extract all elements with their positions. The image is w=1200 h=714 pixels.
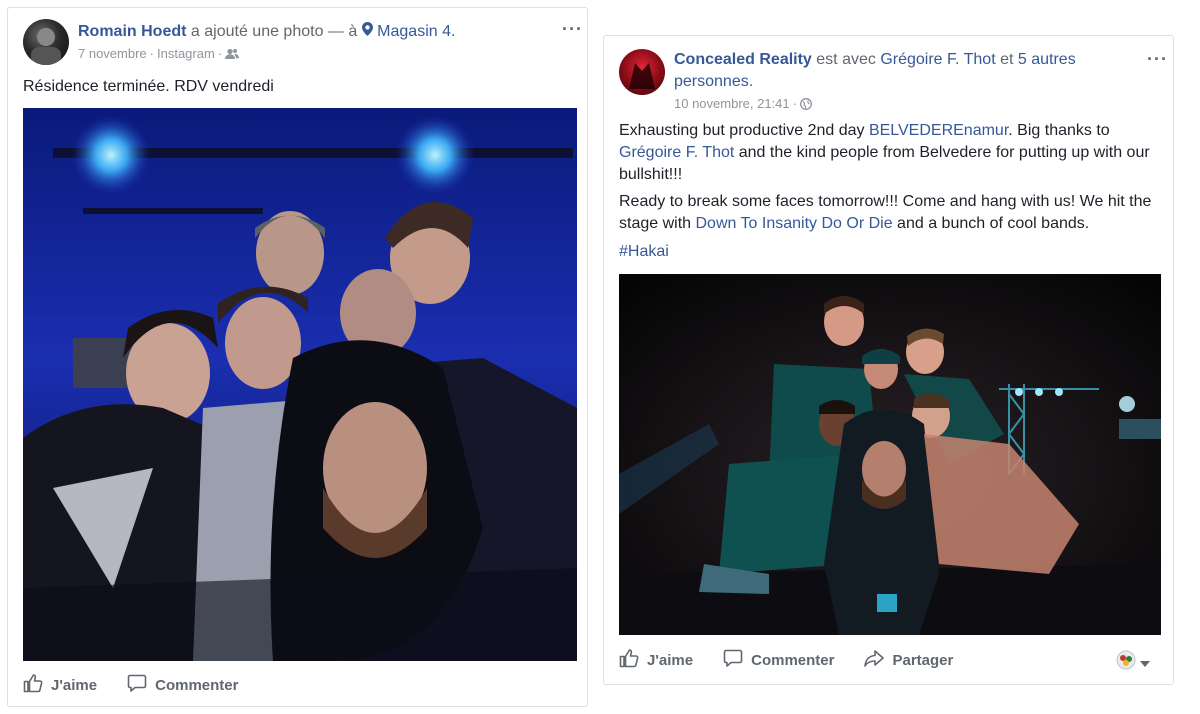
- comment-button[interactable]: Commenter: [723, 648, 834, 672]
- comment-icon: [723, 648, 751, 672]
- post-text: Résidence terminée. RDV vendredi: [23, 78, 274, 95]
- like-icon: [619, 648, 647, 672]
- action-bar: J'aime Commenter Partager: [619, 648, 983, 672]
- comment-icon: [127, 673, 155, 697]
- location-pin-icon: [361, 22, 373, 40]
- text-span: and a bunch of cool bands.: [892, 215, 1090, 232]
- mention-down-to-insanity[interactable]: Down To Insanity Do Or Die: [695, 215, 892, 232]
- reaction-selector[interactable]: [1116, 650, 1150, 675]
- hashtag-link[interactable]: #Hakai: [619, 243, 669, 260]
- tagged-person-link[interactable]: Grégoire F. Thot: [880, 51, 995, 68]
- share-label: Partager: [892, 651, 954, 669]
- share-button[interactable]: Partager: [864, 648, 953, 672]
- like-label: J'aime: [51, 676, 98, 694]
- post-text-paragraph-2: Ready to break some faces tomorrow!!! Co…: [619, 191, 1164, 235]
- post-date[interactable]: 10 novembre, 21:41: [674, 96, 790, 111]
- post-photo-band-selfie[interactable]: [23, 108, 577, 661]
- location-link[interactable]: Magasin 4.: [377, 23, 455, 40]
- action-bar: J'aime Commenter: [23, 673, 268, 697]
- post-meta: 10 novembre, 21:41 ·: [674, 96, 812, 112]
- text-span: . Big thanks to: [1008, 122, 1110, 139]
- more-options-icon[interactable]: ···: [562, 20, 583, 38]
- more-options-icon[interactable]: ···: [1147, 50, 1168, 68]
- post-romain-hoedt: Romain Hoedt a ajouté une photo — à Maga…: [7, 7, 588, 707]
- friends-audience-icon[interactable]: [225, 46, 240, 61]
- post-source: Instagram: [157, 46, 215, 61]
- with-text: est avec: [816, 51, 876, 68]
- author-avatar[interactable]: [619, 49, 665, 95]
- comment-label: Commenter: [155, 676, 239, 694]
- reaction-selector-icon: [1116, 650, 1136, 675]
- post-header: Romain Hoedt a ajouté une photo — à Maga…: [78, 21, 455, 43]
- share-icon: [864, 648, 892, 672]
- author-name[interactable]: Concealed Reality: [674, 51, 812, 68]
- comment-button[interactable]: Commenter: [127, 673, 238, 697]
- action-text: a ajouté une photo — à: [190, 23, 358, 40]
- globe-icon[interactable]: [800, 96, 812, 111]
- post-meta: 7 novembre · Instagram ·: [78, 46, 240, 62]
- mention-gregoire[interactable]: Grégoire F. Thot: [619, 144, 734, 161]
- like-icon: [23, 673, 51, 697]
- like-button[interactable]: J'aime: [619, 648, 693, 672]
- comment-label: Commenter: [751, 651, 835, 669]
- author-name[interactable]: Romain Hoedt: [78, 23, 186, 40]
- text-span: Exhausting but productive 2nd day: [619, 122, 869, 139]
- and-text: et: [1000, 51, 1014, 68]
- post-text-paragraph-1: Exhausting but productive 2nd day BELVED…: [619, 120, 1164, 186]
- post-header: Concealed Reality est avec Grégoire F. T…: [674, 49, 1114, 93]
- author-avatar[interactable]: [23, 19, 69, 65]
- mention-belvedere[interactable]: BELVEDEREnamur: [869, 122, 1008, 139]
- post-photo-band-stage[interactable]: [619, 274, 1161, 635]
- post-hashtag: #Hakai: [619, 241, 669, 263]
- chevron-down-icon: [1140, 654, 1150, 672]
- post-concealed-reality: Concealed Reality est avec Grégoire F. T…: [603, 35, 1174, 685]
- like-label: J'aime: [647, 651, 694, 669]
- post-date[interactable]: 7 novembre: [78, 46, 147, 61]
- like-button[interactable]: J'aime: [23, 673, 97, 697]
